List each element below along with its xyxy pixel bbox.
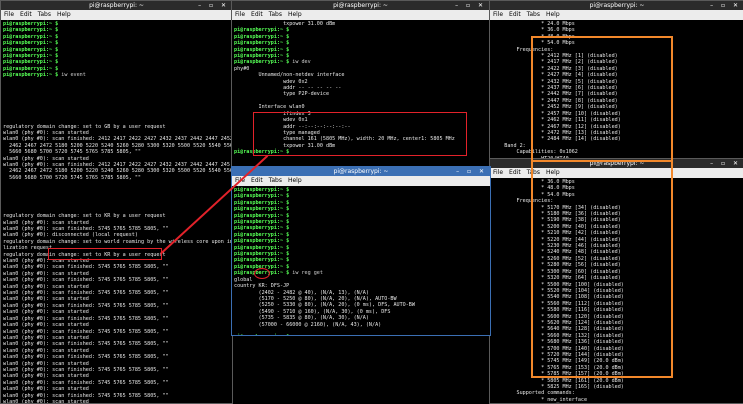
- menu-bar: File Edit Tabs Help: [1, 10, 232, 20]
- terminal-line: wlan0 (phy #0): scan finished: 2412 2417…: [3, 136, 233, 143]
- terminal-output[interactable]: pi@raspberrypi:~ $ pi@raspberrypi:~ $ pi@r…: [1, 20, 233, 404]
- window-title: pi@raspberrypi: ~: [333, 168, 389, 175]
- highlight-box-frequencies-band2: [531, 158, 673, 378]
- window-controls[interactable]: – ▫ ✕: [710, 159, 741, 168]
- terminal-output[interactable]: pi@raspberrypi:~ $ pi@raspberrypi:~ $ pi@r…: [232, 186, 490, 335]
- menu-edit[interactable]: Edit: [509, 169, 521, 176]
- menu-file[interactable]: File: [493, 169, 503, 176]
- window-controls[interactable]: – ▫ ✕: [456, 167, 487, 176]
- title-bar[interactable]: pi@raspberrypi: ~ – ▫ ✕: [232, 167, 490, 176]
- menu-help[interactable]: Help: [546, 11, 560, 18]
- menu-edit[interactable]: Edit: [509, 11, 521, 18]
- menu-tabs[interactable]: Tabs: [269, 177, 282, 184]
- menu-edit[interactable]: Edit: [251, 11, 263, 18]
- title-bar[interactable]: pi@raspberrypi: ~ – ▫ ✕: [232, 1, 489, 10]
- menu-help[interactable]: Help: [57, 11, 71, 18]
- menu-tabs[interactable]: Tabs: [38, 11, 51, 18]
- menu-tabs[interactable]: Tabs: [269, 11, 282, 18]
- terminal-line: 2462 2467 2472 5180 5200 5220 5240 5260 …: [3, 168, 233, 175]
- menu-help[interactable]: Help: [288, 11, 302, 18]
- title-bar[interactable]: pi@raspberrypi: ~ – ▫ ✕: [490, 1, 743, 10]
- highlight-box-scan-finished: [48, 248, 162, 260]
- menu-bar: FileEditTabsHelp: [232, 176, 490, 186]
- terminal-line: pi@raspberrypi:~ $: [234, 334, 488, 335]
- menu-file[interactable]: File: [493, 11, 503, 18]
- window-controls[interactable]: – ▫ ✕: [198, 1, 229, 10]
- window-title: pi@raspberrypi: ~: [333, 2, 388, 9]
- highlight-box-frequencies-band1: [531, 36, 673, 162]
- highlight-circle-country: [254, 268, 270, 279]
- window-controls[interactable]: – ▫ ✕: [710, 1, 741, 10]
- window-title: pi@raspberrypi: ~: [589, 2, 645, 9]
- window-title: pi@raspberrypi: ~: [89, 2, 144, 9]
- terminal-window-iw-event[interactable]: pi@raspberrypi: ~ – ▫ ✕ File Edit Tabs Help …: [0, 0, 233, 404]
- terminal-window-iw-reg-get[interactable]: pi@raspberrypi: ~– ▫ ✕ FileEditTabsHelp …: [231, 166, 491, 336]
- menu-help[interactable]: Help: [288, 177, 302, 184]
- highlight-box-interface-wlan0: [253, 112, 467, 156]
- menu-bar: File Edit Tabs Help: [490, 10, 743, 20]
- menu-edit[interactable]: Edit: [20, 11, 32, 18]
- window-controls[interactable]: – ▫ ✕: [455, 1, 486, 10]
- menu-file[interactable]: File: [235, 11, 245, 18]
- menu-edit[interactable]: Edit: [251, 177, 263, 184]
- menu-tabs[interactable]: Tabs: [527, 11, 540, 18]
- menu-file[interactable]: File: [4, 11, 14, 18]
- terminal-line: wlan0 (phy #0): scan started: [3, 398, 89, 404]
- title-bar[interactable]: pi@raspberrypi: ~ – ▫ ✕: [1, 1, 232, 10]
- menu-bar: File Edit Tabs Help: [232, 10, 489, 20]
